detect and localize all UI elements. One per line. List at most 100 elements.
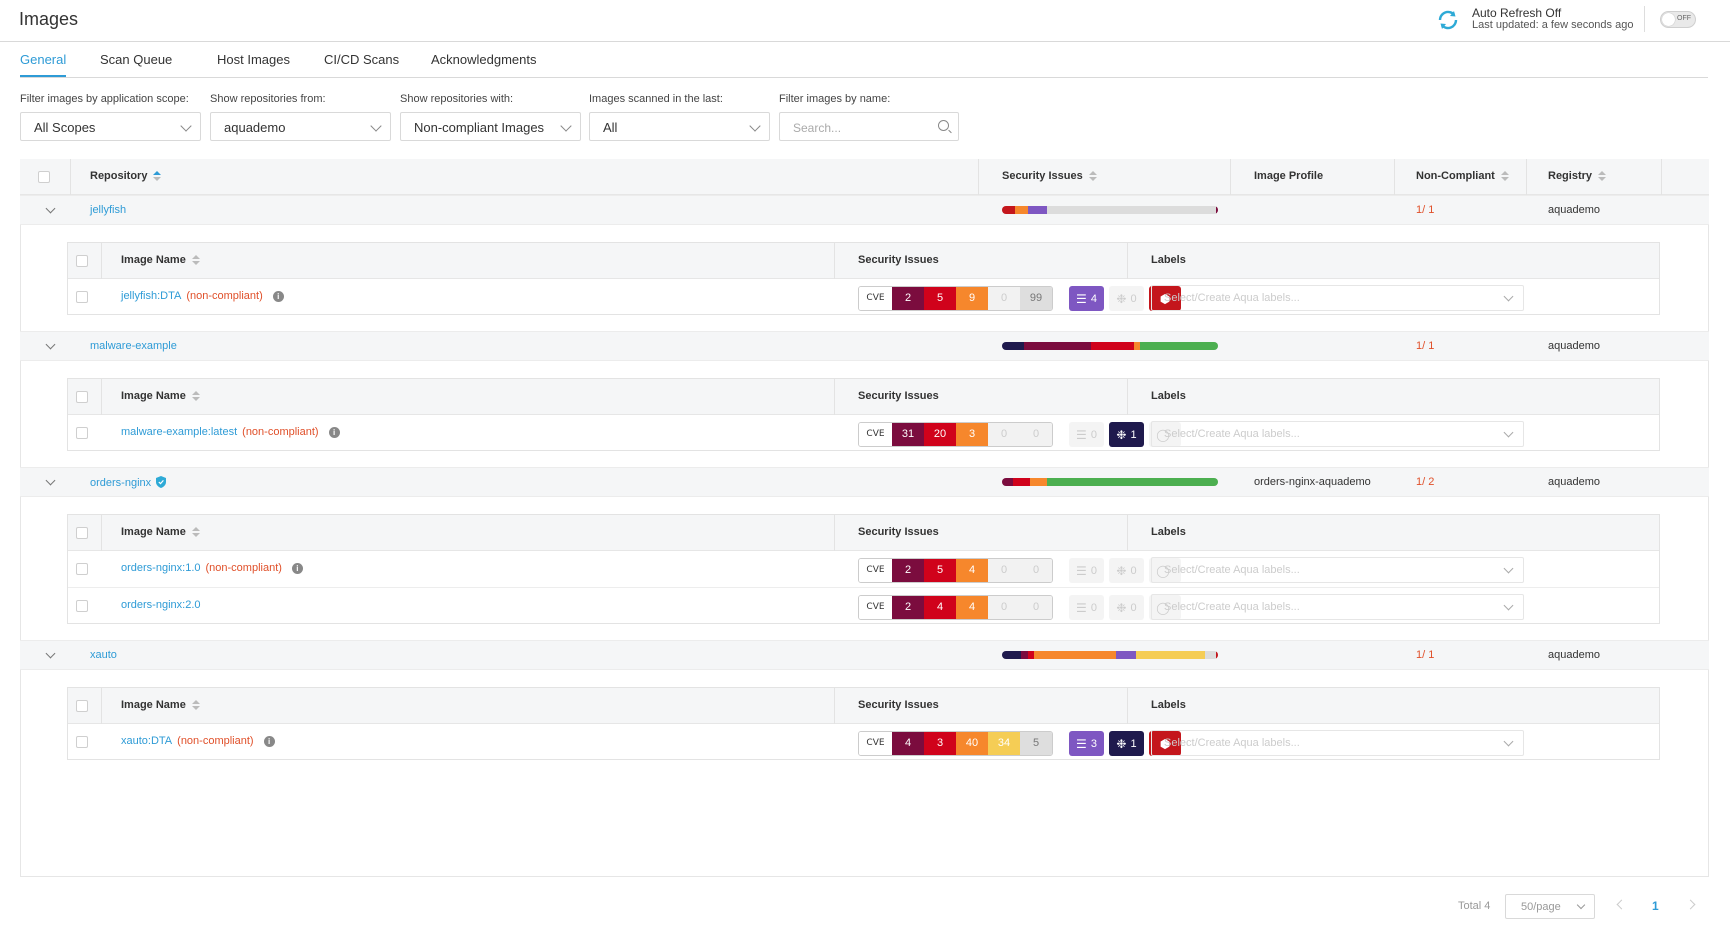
info-icon[interactable]: i (328, 427, 340, 438)
malware-badge[interactable]: ❉ 0 (1109, 558, 1144, 583)
next-page-icon[interactable] (1685, 899, 1696, 910)
repository-row[interactable]: xauto 1/ 1 aquademo (20, 640, 1709, 670)
vulnerability-counts[interactable]: CVE 4 3 40 34 5 (858, 731, 1053, 756)
image-checkbox[interactable] (76, 563, 88, 575)
image-row[interactable]: jellyfish:DTA (non-compliant) i CVE 2 5 9 0 99 ☰ 4… (68, 279, 1659, 316)
info-icon[interactable]: i (263, 736, 275, 747)
column-divider (1127, 379, 1128, 415)
image-name[interactable]: orders-nginx:2.0 (121, 599, 201, 611)
sort-icon[interactable] (1500, 171, 1509, 182)
repository-name[interactable]: xauto (90, 649, 117, 661)
info-icon[interactable]: i (272, 291, 284, 302)
malware-badge[interactable]: ❉ 0 (1109, 595, 1144, 620)
sort-icon[interactable] (153, 171, 162, 182)
image-row[interactable]: orders-nginx:1.0 (non-compliant) i CVE 2 5 4 0 0… (68, 551, 1659, 588)
column-image-name[interactable]: Image Name (121, 526, 200, 538)
column-non-compliant[interactable]: Non-Compliant (1416, 170, 1509, 182)
sort-icon[interactable] (191, 391, 200, 402)
search-input[interactable]: Search... (779, 112, 959, 141)
select-all-images-checkbox[interactable] (76, 255, 88, 267)
sort-icon[interactable] (1598, 171, 1607, 182)
select-all-checkbox[interactable] (38, 171, 50, 183)
scope-filter-select[interactable]: All Scopes (20, 112, 201, 141)
repository-name[interactable]: orders-nginx (90, 476, 167, 489)
tab-cicd-scans[interactable]: CI/CD Scans (324, 52, 399, 75)
chevron-down-icon[interactable] (45, 475, 56, 486)
repos-with-select[interactable]: Non-compliant Images (400, 112, 581, 141)
sort-icon[interactable] (191, 527, 200, 538)
bar-segment (1215, 651, 1218, 659)
negligible-count: 5 (1020, 732, 1052, 755)
previous-page-icon[interactable] (1616, 899, 1627, 910)
image-name[interactable]: xauto:DTA (non-compliant) i (121, 735, 275, 747)
image-name[interactable]: orders-nginx:1.0 (non-compliant) i (121, 562, 303, 574)
column-image-name[interactable]: Image Name (121, 254, 200, 266)
scanned-select[interactable]: All (589, 112, 770, 141)
sort-icon[interactable] (1088, 171, 1097, 182)
labels-select[interactable]: Select/Create Aqua labels... (1151, 557, 1524, 583)
labels-select[interactable]: Select/Create Aqua labels... (1151, 730, 1524, 756)
tab-host-images[interactable]: Host Images (217, 52, 290, 75)
column-image-name[interactable]: Image Name (121, 699, 200, 711)
labels-select[interactable]: Select/Create Aqua labels... (1151, 594, 1524, 620)
repository-row[interactable]: orders-nginx orders-nginx-aquademo 1/ 2 aqu… (20, 467, 1709, 497)
column-image-name[interactable]: Image Name (121, 390, 200, 402)
info-icon[interactable]: i (291, 563, 303, 574)
repository-row[interactable]: malware-example 1/ 1 aquademo (20, 331, 1709, 361)
current-page[interactable]: 1 (1652, 899, 1659, 913)
repository-row[interactable]: jellyfish 1/ 1 aquademo (20, 195, 1709, 225)
image-checkbox[interactable] (76, 291, 88, 303)
tab-acknowledgments[interactable]: Acknowledgments (431, 52, 537, 75)
tab-scan-queue[interactable]: Scan Queue (100, 52, 172, 75)
chevron-down-icon[interactable] (45, 648, 56, 659)
image-checkbox[interactable] (76, 736, 88, 748)
repository-name[interactable]: malware-example (90, 340, 177, 352)
sensitive-data-badge[interactable]: ☰ 3 (1069, 731, 1104, 756)
column-registry[interactable]: Registry (1548, 170, 1607, 182)
image-row[interactable]: xauto:DTA (non-compliant) i CVE 4 3 40 34 5 ☰ 3 ❉ 1 ⬢… (68, 724, 1659, 761)
image-profile[interactable]: orders-nginx-aquademo (1254, 476, 1371, 488)
select-all-images-checkbox[interactable] (76, 700, 88, 712)
sensitive-data-badge[interactable]: ☰ 0 (1069, 595, 1104, 620)
repos-from-select[interactable]: aquademo (210, 112, 391, 141)
image-checkbox[interactable] (76, 600, 88, 612)
sensitive-data-badge[interactable]: ☰ 4 (1069, 286, 1104, 311)
malware-badge[interactable]: ❉ 1 (1109, 731, 1144, 756)
sensitive-data-badge[interactable]: ☰ 0 (1069, 558, 1104, 583)
critical-count: 2 (892, 596, 924, 619)
labels-select[interactable]: Select/Create Aqua labels... (1151, 421, 1524, 447)
bar-segment (1034, 651, 1117, 659)
name-filter-label: Filter images by name: (779, 93, 891, 105)
vulnerability-counts[interactable]: CVE 2 5 4 0 0 (858, 558, 1053, 583)
column-security-issues[interactable]: Security Issues (1002, 170, 1097, 182)
repository-name[interactable]: jellyfish (90, 204, 126, 216)
image-checkbox[interactable] (76, 427, 88, 439)
column-repository-label: Repository (90, 170, 148, 182)
select-all-images-checkbox[interactable] (76, 391, 88, 403)
image-name[interactable]: malware-example:latest (non-compliant) i (121, 426, 340, 438)
image-row[interactable]: malware-example:latest (non-compliant) i CV… (68, 415, 1659, 452)
tab-general[interactable]: General (20, 52, 67, 77)
vulnerability-counts[interactable]: CVE 31 20 3 0 0 (858, 422, 1053, 447)
column-image-security-issues: Security Issues (858, 390, 939, 402)
sort-icon[interactable] (191, 255, 200, 266)
auto-refresh-toggle[interactable]: OFF (1660, 11, 1696, 28)
chevron-down-icon[interactable] (45, 339, 56, 350)
chevron-down-icon[interactable] (45, 203, 56, 214)
select-all-images-checkbox[interactable] (76, 527, 88, 539)
sort-icon[interactable] (191, 700, 200, 711)
page-size-select[interactable]: 50/page (1505, 894, 1595, 919)
malware-badge[interactable]: ❉ 1 (1109, 422, 1144, 447)
image-name[interactable]: jellyfish:DTA (non-compliant) i (121, 290, 284, 302)
labels-select[interactable]: Select/Create Aqua labels... (1151, 285, 1524, 311)
column-divider (101, 515, 102, 551)
registry-name: aquademo (1548, 649, 1600, 661)
malware-badge[interactable]: ❉ 0 (1109, 286, 1144, 311)
sensitive-data-badge[interactable]: ☰ 0 (1069, 422, 1104, 447)
image-row[interactable]: orders-nginx:2.0 CVE 2 4 4 0 0 ☰ 0 ❉ 0 ◯ Select/Crea… (68, 588, 1659, 625)
column-repository[interactable]: Repository (90, 170, 162, 182)
refresh-icon[interactable] (1436, 8, 1460, 32)
security-issues-bar (1002, 651, 1218, 659)
vulnerability-counts[interactable]: CVE 2 4 4 0 0 (858, 595, 1053, 620)
vulnerability-counts[interactable]: CVE 2 5 9 0 99 (858, 286, 1053, 311)
